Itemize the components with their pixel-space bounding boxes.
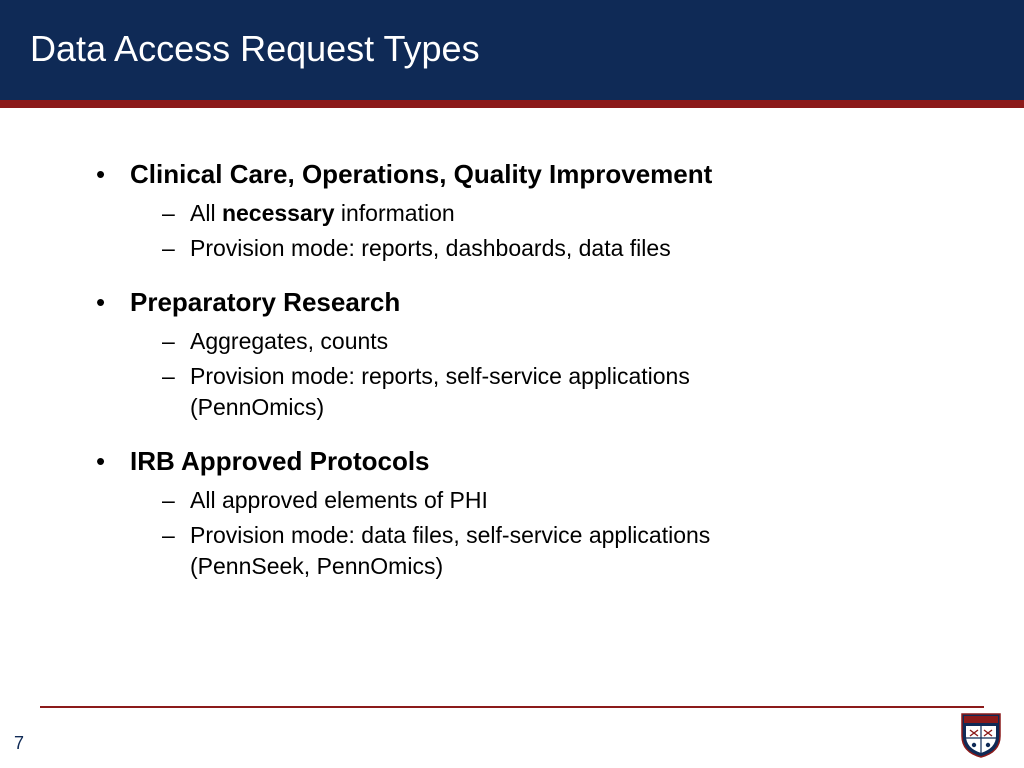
- dash-icon: –: [162, 233, 190, 264]
- sub-list-item: – Aggregates, counts: [162, 326, 934, 357]
- sub-list-item: – All necessary information: [162, 198, 934, 229]
- text-prefix: All: [190, 200, 222, 226]
- text-suffix: information: [335, 200, 455, 226]
- sub-item-text: Provision mode: data files, self-service…: [190, 520, 810, 582]
- item-heading: IRB Approved Protocols: [130, 445, 430, 479]
- slide-title-bar: Data Access Request Types: [0, 0, 1024, 100]
- text-bold: necessary: [222, 200, 335, 226]
- dash-icon: –: [162, 485, 190, 516]
- dash-icon: –: [162, 361, 190, 392]
- page-number: 7: [14, 733, 24, 754]
- sub-item-text: All necessary information: [190, 198, 810, 229]
- bullet-icon: •: [90, 158, 130, 192]
- sub-bullet-list: – All necessary information – Provision …: [90, 198, 934, 264]
- sub-bullet-list: – Aggregates, counts – Provision mode: r…: [90, 326, 934, 423]
- slide-content: • Clinical Care, Operations, Quality Imp…: [0, 108, 1024, 582]
- footer-divider: [40, 706, 984, 708]
- list-item: • Preparatory Research – Aggregates, cou…: [90, 286, 934, 423]
- dash-icon: –: [162, 520, 190, 551]
- title-accent-stripe: [0, 100, 1024, 108]
- item-heading: Preparatory Research: [130, 286, 400, 320]
- bullet-row: • Preparatory Research: [90, 286, 934, 320]
- sub-item-text: Aggregates, counts: [190, 326, 810, 357]
- sub-item-text: Provision mode: reports, dashboards, dat…: [190, 233, 810, 264]
- dash-icon: –: [162, 326, 190, 357]
- slide-title: Data Access Request Types: [30, 28, 480, 69]
- sub-list-item: – All approved elements of PHI: [162, 485, 934, 516]
- top-bullet-list: • Clinical Care, Operations, Quality Imp…: [90, 158, 934, 582]
- bullet-row: • Clinical Care, Operations, Quality Imp…: [90, 158, 934, 192]
- sub-list-item: – Provision mode: reports, self-service …: [162, 361, 934, 423]
- penn-shield-logo-icon: [960, 712, 1002, 758]
- sub-list-item: – Provision mode: reports, dashboards, d…: [162, 233, 934, 264]
- item-heading: Clinical Care, Operations, Quality Impro…: [130, 158, 712, 192]
- bullet-icon: •: [90, 286, 130, 320]
- sub-list-item: – Provision mode: data files, self-servi…: [162, 520, 934, 582]
- sub-item-text: Provision mode: reports, self-service ap…: [190, 361, 810, 423]
- list-item: • IRB Approved Protocols – All approved …: [90, 445, 934, 582]
- bullet-row: • IRB Approved Protocols: [90, 445, 934, 479]
- bullet-icon: •: [90, 445, 130, 479]
- list-item: • Clinical Care, Operations, Quality Imp…: [90, 158, 934, 264]
- sub-item-text: All approved elements of PHI: [190, 485, 810, 516]
- sub-bullet-list: – All approved elements of PHI – Provisi…: [90, 485, 934, 582]
- dash-icon: –: [162, 198, 190, 229]
